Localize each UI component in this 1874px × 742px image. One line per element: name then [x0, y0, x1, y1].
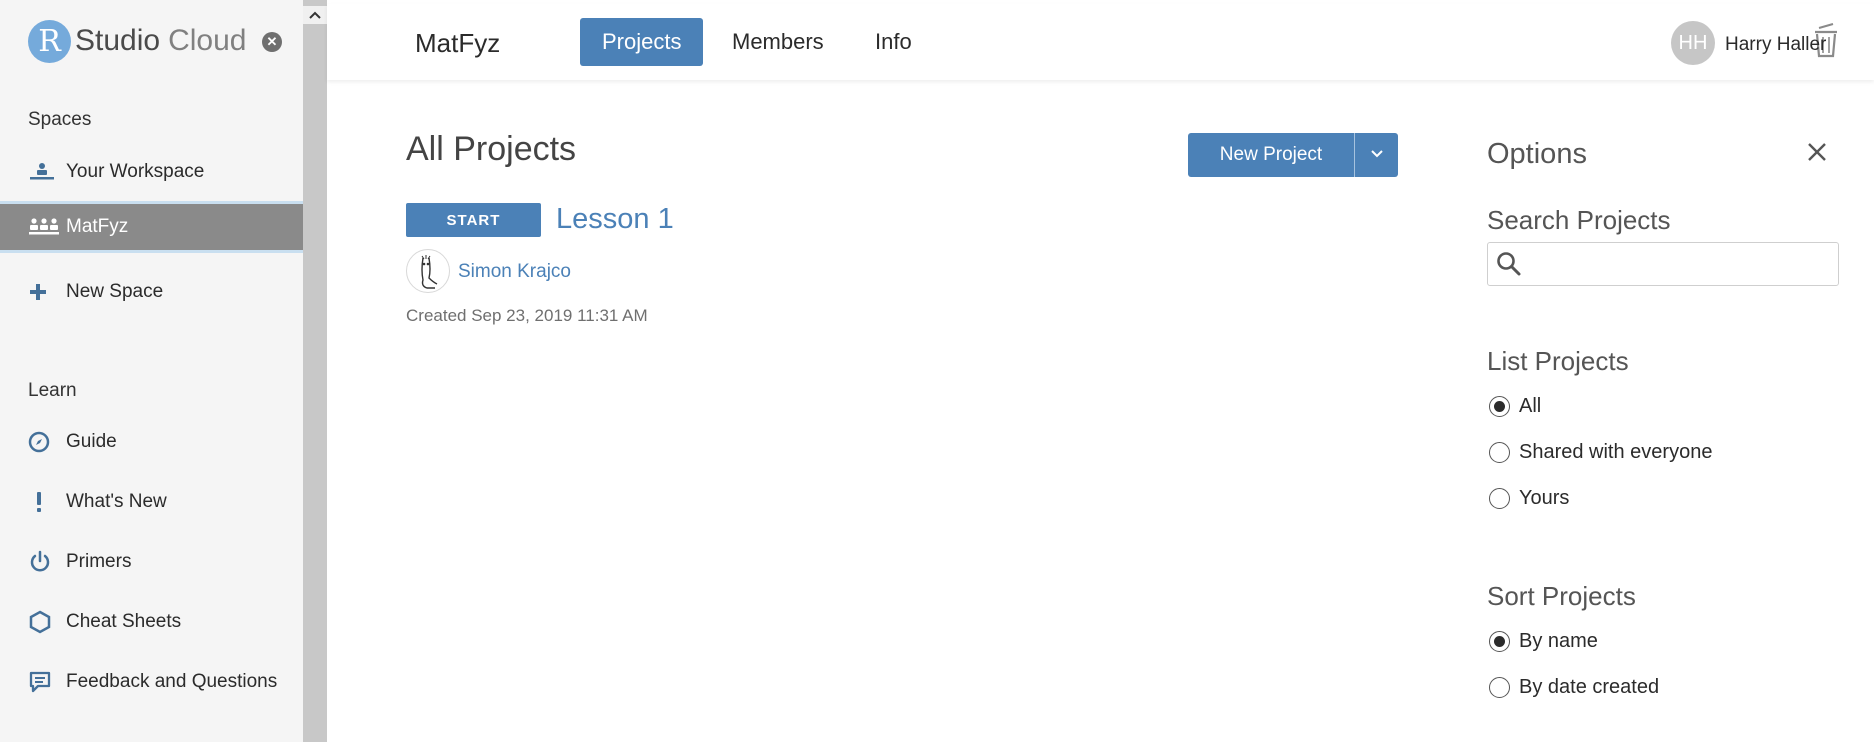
sidebar-item-primers[interactable]: Primers: [0, 536, 303, 588]
sidebar: R Studio Cloud ✕ Spaces Your Workspace M…: [0, 0, 303, 742]
chat-icon: [28, 670, 66, 694]
sidebar-item-guide[interactable]: Guide: [0, 416, 303, 468]
new-project-split-button: New Project: [1188, 133, 1398, 177]
radio-button[interactable]: [1489, 677, 1510, 698]
power-icon: [28, 550, 66, 574]
sidebar-item-label: What's New: [66, 491, 167, 512]
radio-label: All: [1519, 395, 1542, 417]
sort-projects-heading: Sort Projects: [1487, 581, 1636, 611]
space-title: MatFyz: [415, 28, 501, 58]
created-timestamp: Created Sep 23, 2019 11:31 AM: [406, 306, 648, 325]
search-projects-heading: Search Projects: [1487, 205, 1671, 235]
project-name-link[interactable]: Lesson 1: [556, 203, 674, 236]
tab-members[interactable]: Members: [710, 18, 846, 66]
radio-list-yours[interactable]: Yours: [1489, 487, 1569, 510]
learn-heading: Learn: [28, 380, 77, 401]
new-project-button[interactable]: New Project: [1188, 133, 1354, 177]
sidebar-item-feedback[interactable]: Feedback and Questions: [0, 656, 303, 708]
search-projects-field[interactable]: [1487, 242, 1839, 286]
workspace-icon: [28, 162, 66, 182]
new-project-dropdown-button[interactable]: [1354, 133, 1398, 177]
close-options-icon[interactable]: [1806, 141, 1828, 168]
sidebar-scrollbar[interactable]: [303, 0, 327, 742]
radio-button-checked[interactable]: [1489, 396, 1510, 417]
radio-sort-by-date[interactable]: By date created: [1489, 676, 1659, 699]
radio-sort-by-name[interactable]: By name: [1489, 630, 1598, 653]
start-project-button[interactable]: START: [406, 203, 541, 237]
hexagon-icon: [28, 610, 66, 634]
radio-button-checked[interactable]: [1489, 631, 1510, 652]
plus-icon: [28, 282, 66, 302]
sidebar-item-label: New Space: [66, 281, 164, 302]
user-avatar[interactable]: HH: [1671, 21, 1715, 65]
sidebar-item-whats-new[interactable]: What's New: [0, 476, 303, 528]
sidebar-item-label: MatFyz: [66, 216, 129, 237]
chevron-down-icon: [1370, 146, 1384, 164]
sidebar-item-label: Your Workspace: [66, 161, 205, 182]
brand-studio-text: Studio: [75, 24, 161, 57]
sidebar-item-label: Guide: [66, 431, 117, 452]
spaces-heading: Spaces: [28, 109, 92, 130]
r-logo-circle: R: [28, 19, 71, 63]
page-title: All Projects: [406, 130, 577, 168]
compass-icon: [28, 431, 66, 453]
radio-list-shared[interactable]: Shared with everyone: [1489, 441, 1712, 464]
radio-button[interactable]: [1489, 442, 1510, 463]
sidebar-item-your-workspace[interactable]: Your Workspace: [0, 146, 303, 198]
list-projects-heading: List Projects: [1487, 346, 1629, 376]
sidebar-item-matfyz[interactable]: MatFyz: [0, 201, 303, 253]
search-icon: [1496, 251, 1522, 282]
tab-info[interactable]: Info: [853, 18, 934, 66]
radio-label: Yours: [1519, 487, 1570, 509]
author-name-link[interactable]: Simon Krajco: [458, 261, 571, 283]
sidebar-item-cheat-sheets[interactable]: Cheat Sheets: [0, 596, 303, 648]
sidebar-item-new-space[interactable]: New Space: [0, 266, 303, 318]
top-header: MatFyz Projects Members Info HH Harry Ha…: [327, 4, 1874, 80]
search-input[interactable]: [1528, 249, 1828, 279]
radio-button[interactable]: [1489, 488, 1510, 509]
radio-label: By name: [1519, 630, 1598, 652]
tab-projects[interactable]: Projects: [580, 18, 704, 66]
sidebar-item-label: Primers: [66, 551, 132, 572]
user-name[interactable]: Harry Haller: [1725, 34, 1826, 56]
radio-list-all[interactable]: All: [1489, 395, 1541, 418]
sidebar-item-label: Feedback and Questions: [66, 671, 278, 692]
exclamation-icon: [28, 491, 66, 513]
scroll-up-icon[interactable]: [303, 6, 327, 24]
group-icon: [28, 217, 66, 237]
author-avatar: [406, 249, 450, 293]
rstudio-cloud-logo[interactable]: R Studio Cloud: [28, 19, 247, 63]
options-title: Options: [1487, 138, 1587, 170]
brand-cloud-text: Cloud: [168, 24, 247, 57]
radio-label: By date created: [1519, 676, 1660, 698]
close-sidebar-icon[interactable]: ✕: [262, 32, 282, 52]
radio-label: Shared with everyone: [1519, 441, 1713, 463]
sidebar-item-label: Cheat Sheets: [66, 611, 182, 632]
